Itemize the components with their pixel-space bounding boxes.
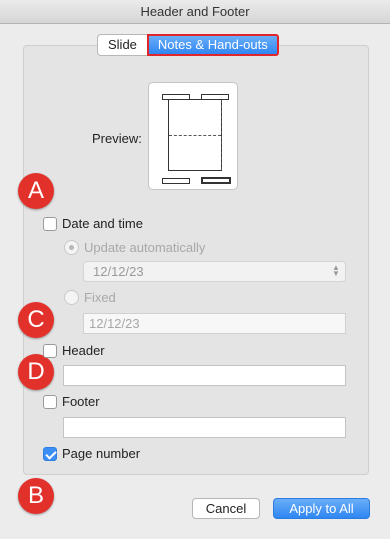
tab-slide[interactable]: Slide bbox=[97, 34, 147, 56]
preview-thumbnail bbox=[148, 82, 238, 190]
preview-page-edge bbox=[169, 100, 222, 170]
header-label: Header bbox=[62, 343, 105, 358]
preview-page bbox=[168, 99, 222, 171]
preview-label: Preview: bbox=[92, 131, 142, 146]
header-text-field[interactable] bbox=[63, 365, 346, 386]
page-number-label: Page number bbox=[62, 446, 141, 461]
annotation-badge-a: A bbox=[18, 173, 54, 209]
annotation-badge-d: D bbox=[18, 354, 54, 390]
tab-bar: Slide Notes & Hand-outs bbox=[97, 34, 279, 56]
footer-label: Footer bbox=[62, 394, 100, 409]
date-and-time-checkbox[interactable] bbox=[43, 217, 57, 231]
fixed-date-field[interactable]: 12/12/23 bbox=[83, 313, 346, 334]
footer-text-field[interactable] bbox=[63, 417, 346, 438]
preview-footer-left bbox=[162, 178, 190, 184]
date-and-time-label: Date and time bbox=[62, 216, 143, 231]
annotation-badge-c: C bbox=[18, 302, 54, 338]
footer-checkbox[interactable] bbox=[43, 395, 57, 409]
update-automatically-label: Update automatically bbox=[84, 240, 206, 255]
tab-notes-handouts[interactable]: Notes & Hand-outs bbox=[146, 34, 279, 56]
date-format-value: 12/12/23 bbox=[93, 264, 144, 279]
chevron-up-down-icon: ▲ ▼ bbox=[332, 263, 340, 278]
fixed-radio[interactable] bbox=[64, 290, 79, 305]
apply-to-all-button[interactable]: Apply to All bbox=[273, 498, 370, 519]
update-automatically-radio[interactable] bbox=[64, 240, 79, 255]
cancel-button[interactable]: Cancel bbox=[192, 498, 260, 519]
date-format-select[interactable]: 12/12/23 ▲ ▼ bbox=[83, 261, 346, 282]
header-checkbox[interactable] bbox=[43, 344, 57, 358]
window-title: Header and Footer bbox=[0, 0, 390, 24]
fixed-label: Fixed bbox=[84, 290, 116, 305]
annotation-badge-b: B bbox=[18, 478, 54, 514]
preview-footer-right bbox=[201, 177, 231, 184]
page-number-checkbox[interactable] bbox=[43, 447, 57, 461]
